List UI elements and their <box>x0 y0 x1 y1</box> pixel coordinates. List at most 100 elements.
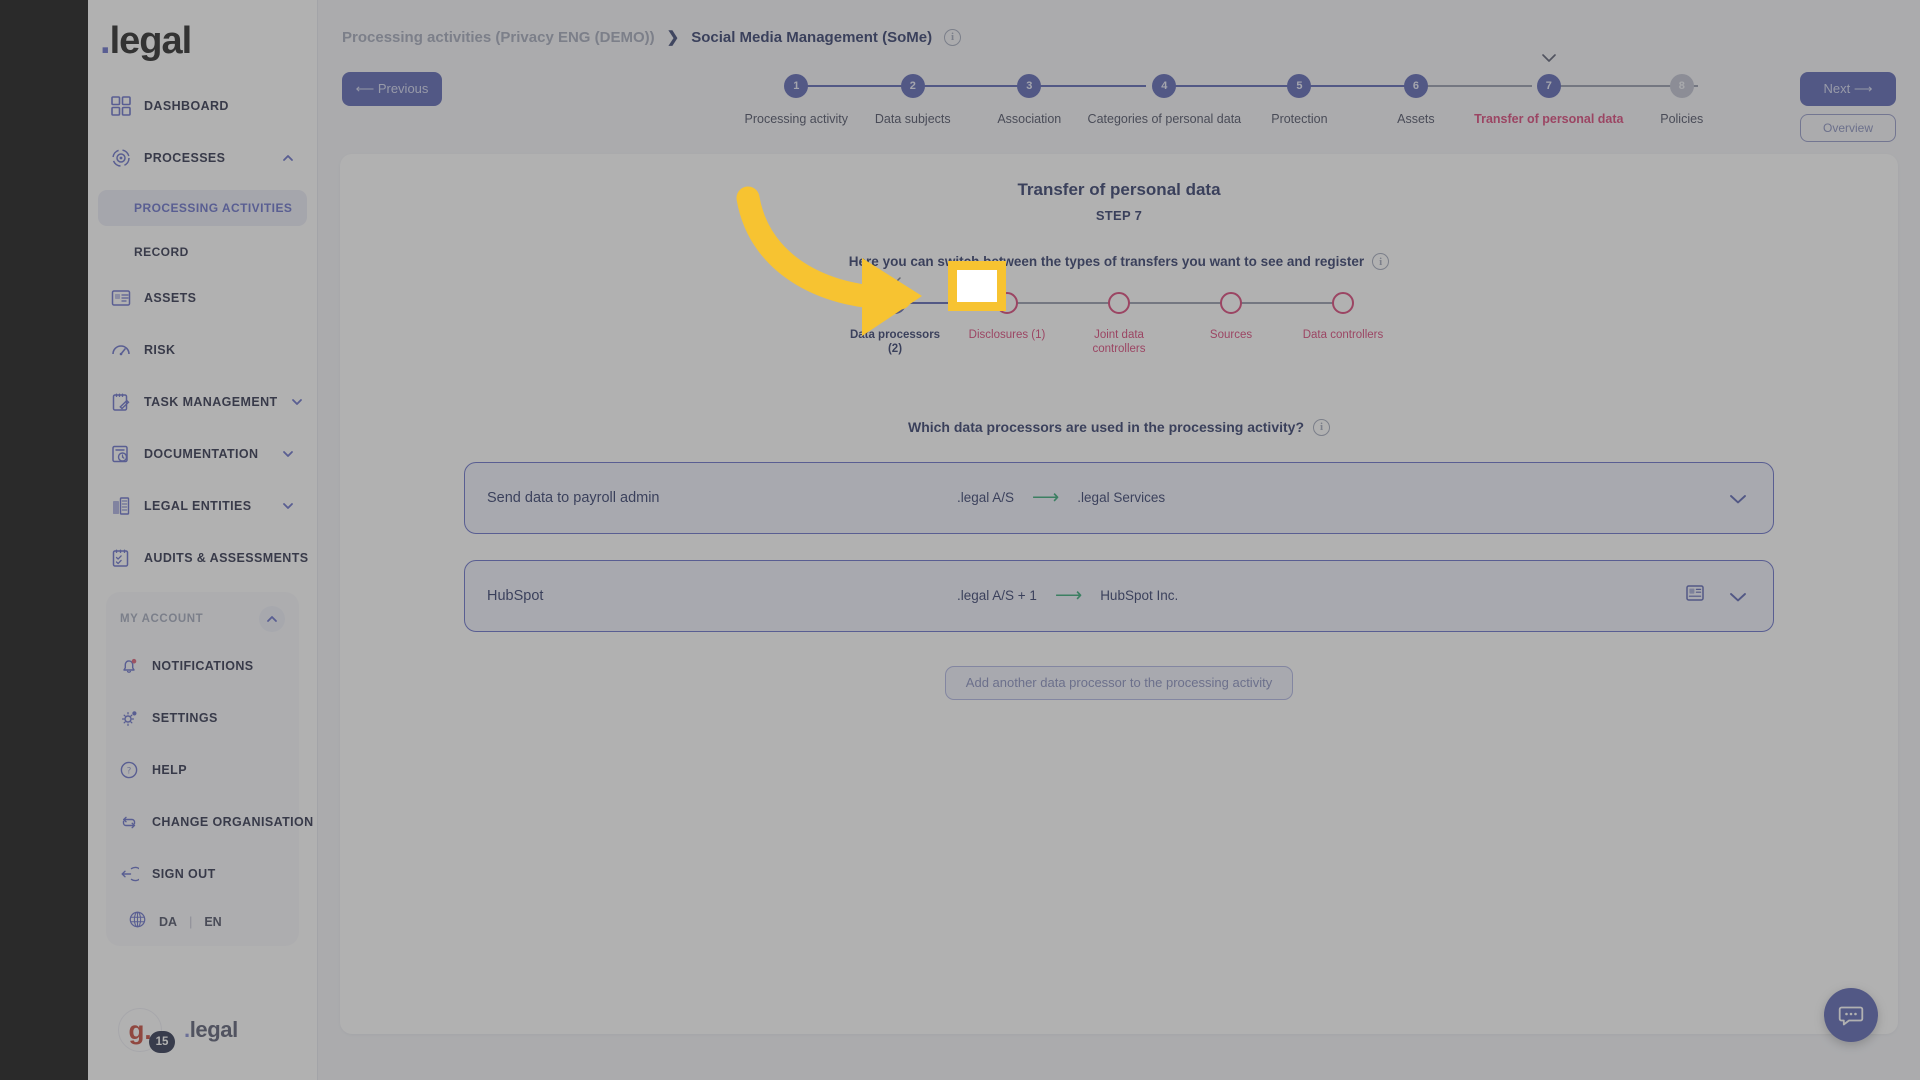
step-circle[interactable]: 1 <box>784 74 809 98</box>
sidebar-item-legal-entities[interactable]: LEGAL ENTITIES <box>98 486 307 526</box>
sidebar-item-notifications[interactable]: NOTIFICATIONS <box>106 646 299 686</box>
row-to: HubSpot Inc. <box>1100 588 1179 604</box>
row-from: .legal A/S + 1 <box>957 588 1037 604</box>
sidebar-item-label: LEGAL ENTITIES <box>144 499 252 513</box>
sidebar-item-processing-activities[interactable]: PROCESSING ACTIVITIES <box>98 190 307 226</box>
chevron-down-icon[interactable] <box>888 272 902 284</box>
chat-bubble-icon[interactable] <box>1824 988 1878 1042</box>
legal-entities-icon <box>110 495 132 517</box>
brand-logo[interactable]: .legal <box>88 0 317 86</box>
chevron-up-icon[interactable] <box>281 151 295 165</box>
dashboard-grid-icon <box>110 95 132 117</box>
row-actions <box>1729 492 1773 504</box>
gear-icon <box>118 707 140 729</box>
info-icon[interactable]: i <box>1313 418 1330 436</box>
chevron-down-icon[interactable] <box>281 447 295 461</box>
sidebar-item-settings[interactable]: SETTINGS <box>106 698 299 738</box>
sidebar-item-processes[interactable]: PROCESSES <box>98 138 307 178</box>
step-circle[interactable]: 2 <box>900 74 925 98</box>
chevron-down-icon[interactable] <box>1729 590 1747 602</box>
step-circle[interactable]: 4 <box>1152 74 1177 98</box>
step-circle[interactable]: 7 <box>1536 74 1561 98</box>
breadcrumb-current: Social Media Management (SoMe) <box>691 28 933 46</box>
sidebar-item-audits-assessments[interactable]: AUDITS & ASSESSMENTS <box>98 538 333 578</box>
chevron-down-icon[interactable] <box>1729 492 1747 504</box>
sidebar-item-label: AUDITS & ASSESSMENTS <box>144 551 309 565</box>
chevron-up-icon[interactable] <box>259 606 285 632</box>
language-da[interactable]: DA <box>159 915 177 929</box>
transfer-type-circle[interactable] <box>1332 292 1354 314</box>
transfer-type-switcher: Data processors (2) Disclosures (1) Join… <box>839 277 1399 357</box>
transfer-type-label[interactable]: Joint data controllers <box>1069 328 1169 357</box>
info-icon[interactable]: i <box>1372 253 1390 270</box>
sidebar-item-help[interactable]: ? HELP <box>106 750 299 790</box>
wizard-step-1[interactable]: 1 Processing activity <box>738 74 913 126</box>
transfer-connector <box>1231 302 1343 304</box>
transfer-type-circle[interactable] <box>1220 292 1242 314</box>
sidebar-item-label: CHANGE ORGANISATION <box>152 815 314 829</box>
step-label: Transfer of personal data <box>1474 112 1624 126</box>
chevron-down-icon[interactable] <box>281 499 295 513</box>
breadcrumb-parent[interactable]: Processing activities (Privacy ENG (DEMO… <box>342 29 655 46</box>
transfer-type-circle[interactable] <box>996 292 1018 314</box>
sidebar-item-label: TASK MANAGEMENT <box>144 395 278 409</box>
chevron-down-icon[interactable] <box>290 395 304 409</box>
transfer-type-disclosures[interactable]: Disclosures (1) <box>951 292 1119 342</box>
transfer-type-label[interactable]: Sources <box>1210 328 1252 342</box>
transfer-type-circle[interactable] <box>1108 292 1130 314</box>
language-switcher[interactable]: DA | EN <box>106 906 299 936</box>
documentation-icon <box>110 443 132 465</box>
step-circle[interactable]: 8 <box>1669 74 1694 98</box>
step-label: Assets <box>1397 112 1435 126</box>
sidebar-item-risk[interactable]: RISK <box>98 330 307 370</box>
my-account-header[interactable]: MY ACCOUNT <box>106 606 299 636</box>
question-circle-icon: ? <box>118 759 140 781</box>
transfer-type-circle[interactable] <box>884 292 906 314</box>
card-step-label: STEP 7 <box>1095 208 1143 223</box>
language-en[interactable]: EN <box>204 915 221 929</box>
transfer-type-label[interactable]: Data processors (2) <box>845 328 945 357</box>
transfer-type-label[interactable]: Data controllers <box>1303 328 1384 342</box>
sidebar: .legal DASHBOARD PROCESSES PROCESSING AC… <box>88 0 333 1080</box>
sidebar-item-assets[interactable]: ASSETS <box>98 278 307 318</box>
step-circle[interactable]: 5 <box>1287 74 1312 98</box>
sidebar-item-label: SIGN OUT <box>152 867 216 881</box>
table-row[interactable]: HubSpot .legal A/S + 1 ⟶ HubSpot Inc. <box>464 559 1774 632</box>
wizard-step-7[interactable]: 7 Transfer of personal data <box>1474 54 1699 126</box>
previous-button[interactable]: ⟵ Previous <box>342 72 442 106</box>
sidebar-item-documentation[interactable]: DOCUMENTATION <box>98 434 307 474</box>
table-row[interactable]: Send data to payroll admin .legal A/S ⟶ … <box>464 461 1774 534</box>
wizard-step-3[interactable]: 3 Association <box>971 74 1146 126</box>
info-icon[interactable]: i <box>944 28 962 46</box>
step-circle[interactable]: 6 <box>1403 74 1428 98</box>
wizard-step-4[interactable]: 4 Categories of personal data <box>1088 74 1318 126</box>
main-content: Processing activities (Privacy ENG (DEMO… <box>318 0 1920 1080</box>
transfer-type-label[interactable]: Disclosures (1) <box>969 328 1046 342</box>
sidebar-item-dashboard[interactable]: DASHBOARD <box>98 86 307 126</box>
avatar[interactable]: g. 15 <box>118 1008 175 1053</box>
wizard-step-8[interactable]: 8 Policies <box>1624 74 1741 126</box>
overview-button[interactable]: Overview <box>1800 114 1896 142</box>
user-profile[interactable]: g. 15 .legal <box>118 1008 238 1053</box>
add-data-processor-button[interactable]: Add another data processor to the proces… <box>944 665 1294 700</box>
chevron-down-icon[interactable] <box>1541 50 1557 62</box>
wizard-step-6[interactable]: 6 Assets <box>1358 74 1533 126</box>
sidebar-item-task-management[interactable]: TASK MANAGEMENT <box>98 382 307 422</box>
step-connector <box>796 85 913 87</box>
wizard-step-2[interactable]: 2 Data subjects <box>855 74 1030 126</box>
step-connector <box>1029 85 1146 87</box>
next-button[interactable]: Next ⟶ <box>1800 72 1896 106</box>
transfer-type-data-controllers[interactable]: Data controllers <box>1287 292 1399 342</box>
wizard-step-5[interactable]: 5 Protection <box>1241 74 1416 126</box>
step-label: Processing activity <box>744 112 849 126</box>
arrow-right-icon: ⟶ <box>1032 487 1060 509</box>
sidebar-subitem-label: RECORD <box>134 245 189 259</box>
document-icon[interactable] <box>1685 583 1705 608</box>
sidebar-item-sign-out[interactable]: SIGN OUT <box>106 854 299 894</box>
sidebar-item-change-organisation[interactable]: CHANGE ORGANISATION <box>106 802 313 842</box>
transfer-type-sources[interactable]: Sources <box>1175 292 1343 342</box>
question-row: Which data processors are used in the pr… <box>340 418 1898 436</box>
step-circle[interactable]: 3 <box>1017 74 1042 98</box>
sidebar-item-record[interactable]: RECORD <box>98 234 307 270</box>
transfer-type-data-processors[interactable]: Data processors (2) <box>839 277 1007 357</box>
